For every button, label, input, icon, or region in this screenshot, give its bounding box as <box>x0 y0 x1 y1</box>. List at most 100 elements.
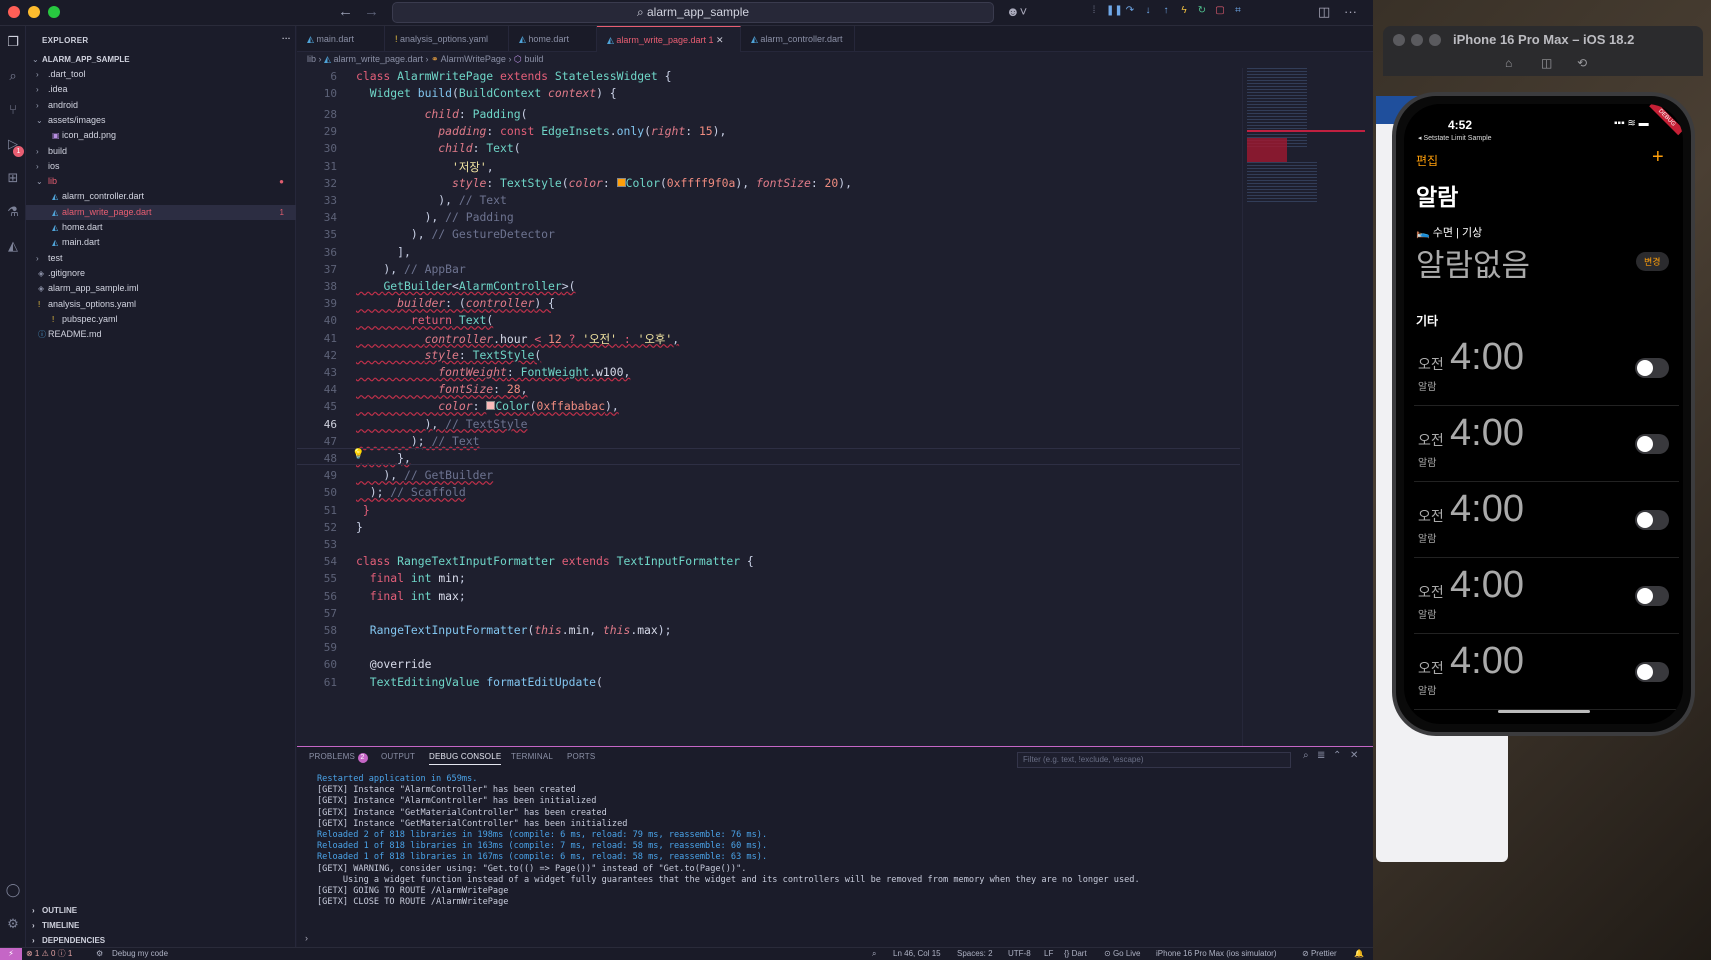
tree-item[interactable]: ▣ icon_add.png <box>26 128 296 143</box>
tree-item[interactable]: › android <box>26 98 296 113</box>
language-mode[interactable]: {} Dart <box>1064 948 1087 960</box>
alarm-toggle[interactable] <box>1635 586 1669 606</box>
alarm-row[interactable]: 오전 4:00 알람 <box>1414 634 1679 710</box>
search-view-icon[interactable]: ⌕ <box>5 68 21 84</box>
testing-icon[interactable]: ⚗ <box>5 204 21 220</box>
tab-home-dart[interactable]: ◭ home.dart <box>509 26 597 52</box>
tab-analysis-options[interactable]: ! analysis_options.yaml <box>385 26 509 52</box>
home-indicator[interactable] <box>1498 710 1590 713</box>
edit-button[interactable]: 편집 <box>1416 152 1438 169</box>
alarm-toggle[interactable] <box>1635 434 1669 454</box>
find-icon[interactable]: ⌕ <box>1303 750 1309 761</box>
code-line[interactable]: TextEditingValue formatEditUpdate( <box>356 675 603 689</box>
code-line[interactable]: child: Text( <box>356 141 520 155</box>
tree-item[interactable]: › ios <box>26 159 296 174</box>
code-line[interactable]: class AlarmWritePage extends StatelessWi… <box>356 69 672 83</box>
dependencies-section[interactable]: › DEPENDENCIES <box>26 933 296 948</box>
tree-item[interactable]: ! pubspec.yaml <box>26 312 296 327</box>
tab-output[interactable]: OUTPUT <box>381 752 415 761</box>
lightbulb-icon[interactable]: 💡 <box>352 449 364 460</box>
code-line[interactable]: ); // Scaffold <box>356 485 466 499</box>
screenshot-icon[interactable]: ◫ <box>1541 56 1552 70</box>
project-root[interactable]: ⌄ ALARM_APP_SAMPLE <box>26 52 296 67</box>
close-panel-icon[interactable]: ✕ <box>1350 750 1359 761</box>
close-tab-icon[interactable]: ✕ <box>713 35 724 45</box>
code-line[interactable]: RangeTextInputFormatter(this.min, this.m… <box>356 623 672 637</box>
simulator-titlebar[interactable]: iPhone 16 Pro Max – iOS 18.2 ⌂ ◫ ⟲ <box>1383 26 1703 76</box>
crumb-method[interactable]: build <box>524 54 543 64</box>
change-button[interactable]: 변경 <box>1636 252 1669 271</box>
clear-console-icon[interactable]: ≣ <box>1317 750 1326 761</box>
tree-item[interactable]: ◭ alarm_controller.dart <box>26 189 296 204</box>
code-line[interactable]: } <box>356 503 370 517</box>
step-over-icon[interactable]: ↷ <box>1124 5 1136 16</box>
code-line[interactable]: padding: const EdgeInsets.only(right: 15… <box>356 124 726 138</box>
code-line[interactable]: Widget build(BuildContext context) { <box>356 86 617 100</box>
console-prompt-icon[interactable]: › <box>305 933 308 943</box>
close-window-button[interactable] <box>8 6 20 18</box>
back-arrow-icon[interactable]: ← <box>338 3 353 20</box>
tree-item[interactable]: › test <box>26 251 296 266</box>
tree-item[interactable]: ! analysis_options.yaml <box>26 297 296 312</box>
code-line[interactable]: '저장', <box>356 159 494 175</box>
code-line[interactable]: ), // Padding <box>356 210 514 224</box>
back-to-app[interactable]: ◂ Setstate Limit Sample <box>1418 134 1492 142</box>
step-out-icon[interactable]: ↑ <box>1160 5 1172 16</box>
tab-problems[interactable]: PROBLEMS 2 <box>309 752 368 763</box>
alarm-row[interactable]: 오전 4:00 알람 <box>1414 406 1679 482</box>
source-control-icon[interactable]: ⑂ <box>5 102 21 118</box>
forward-arrow-icon[interactable]: → <box>364 3 379 20</box>
code-line[interactable]: fontSize: 28, <box>356 382 527 396</box>
crumb-class[interactable]: AlarmWritePage <box>441 54 506 64</box>
stop-icon[interactable]: ▢ <box>1214 5 1226 16</box>
tree-item[interactable]: › .dart_tool <box>26 67 296 82</box>
tab-ports[interactable]: PORTS <box>567 752 595 761</box>
device-selector[interactable]: iPhone 16 Pro Max (ios simulator) <box>1156 948 1277 960</box>
minimize-window-button[interactable] <box>28 6 40 18</box>
tree-item[interactable]: ⌄ assets/images <box>26 113 296 128</box>
outline-section[interactable]: › OUTLINE <box>26 903 296 918</box>
code-line[interactable]: builder: (controller) { <box>356 296 555 310</box>
zoom-icon[interactable]: ⌕ <box>872 948 876 960</box>
problems-status[interactable]: ⊗ 1 ⚠ 0 ⓘ 1 <box>26 948 72 960</box>
tree-item[interactable]: › .idea <box>26 82 296 97</box>
sim-zoom-button[interactable] <box>1429 34 1441 46</box>
account-icon[interactable]: ◯ <box>5 882 21 898</box>
code-line[interactable]: ), // Text <box>356 193 507 207</box>
settings-gear-icon[interactable]: ⚙ <box>5 916 21 932</box>
alarm-row[interactable]: 오전 4:00 알람 <box>1414 482 1679 558</box>
code-line[interactable]: style: TextStyle(color: Color(0xffff9f0a… <box>356 176 852 190</box>
timeline-section[interactable]: › TIMELINE <box>26 918 296 933</box>
more-icon[interactable]: ··· <box>1344 4 1357 19</box>
maximize-panel-icon[interactable]: ⌃ <box>1333 750 1342 761</box>
indentation[interactable]: Spaces: 2 <box>957 948 993 960</box>
console-filter-input[interactable]: Filter (e.g. text, !exclude, \escape) <box>1017 752 1291 768</box>
add-alarm-button[interactable]: + <box>1652 146 1664 169</box>
prettier-status[interactable]: ⊘ Prettier <box>1302 948 1337 960</box>
code-line[interactable]: ], <box>356 245 411 259</box>
tab-debug-console[interactable]: DEBUG CONSOLE <box>429 752 502 765</box>
pause-icon[interactable]: ❚❚ <box>1106 5 1123 16</box>
command-center-search[interactable]: ⌕ alarm_app_sample <box>392 2 994 23</box>
notifications-icon[interactable]: 🔔 <box>1354 948 1364 960</box>
code-line[interactable]: fontWeight: FontWeight.w100, <box>356 365 630 379</box>
drag-handle-icon[interactable]: ⁞ <box>1088 5 1100 16</box>
crumb-file[interactable]: alarm_write_page.dart <box>333 54 423 64</box>
code-line[interactable]: child: Padding( <box>356 107 528 121</box>
line-endings[interactable]: LF <box>1044 948 1053 960</box>
tree-item[interactable]: ⓘ README.md <box>26 327 296 342</box>
go-live-button[interactable]: ⊙ Go Live <box>1104 948 1141 960</box>
sim-close-button[interactable] <box>1393 34 1405 46</box>
hot-reload-icon[interactable]: ϟ <box>1178 5 1190 16</box>
encoding[interactable]: UTF-8 <box>1008 948 1031 960</box>
tab-alarm-controller[interactable]: ◭ alarm_controller.dart <box>741 26 855 52</box>
debug-config[interactable]: Debug my code <box>112 948 168 960</box>
copilot-icon[interactable]: ☻˅ <box>1006 4 1027 19</box>
home-icon[interactable]: ⌂ <box>1505 56 1512 70</box>
tab-terminal[interactable]: TERMINAL <box>511 752 553 761</box>
tree-item[interactable]: › build <box>26 144 296 159</box>
split-layout-icon[interactable]: ◫ <box>1318 4 1330 20</box>
alarm-row[interactable]: 오전 4:00 알람 <box>1414 558 1679 634</box>
devtools-icon[interactable]: ⌗ <box>1232 5 1244 16</box>
zoom-window-button[interactable] <box>48 6 60 18</box>
